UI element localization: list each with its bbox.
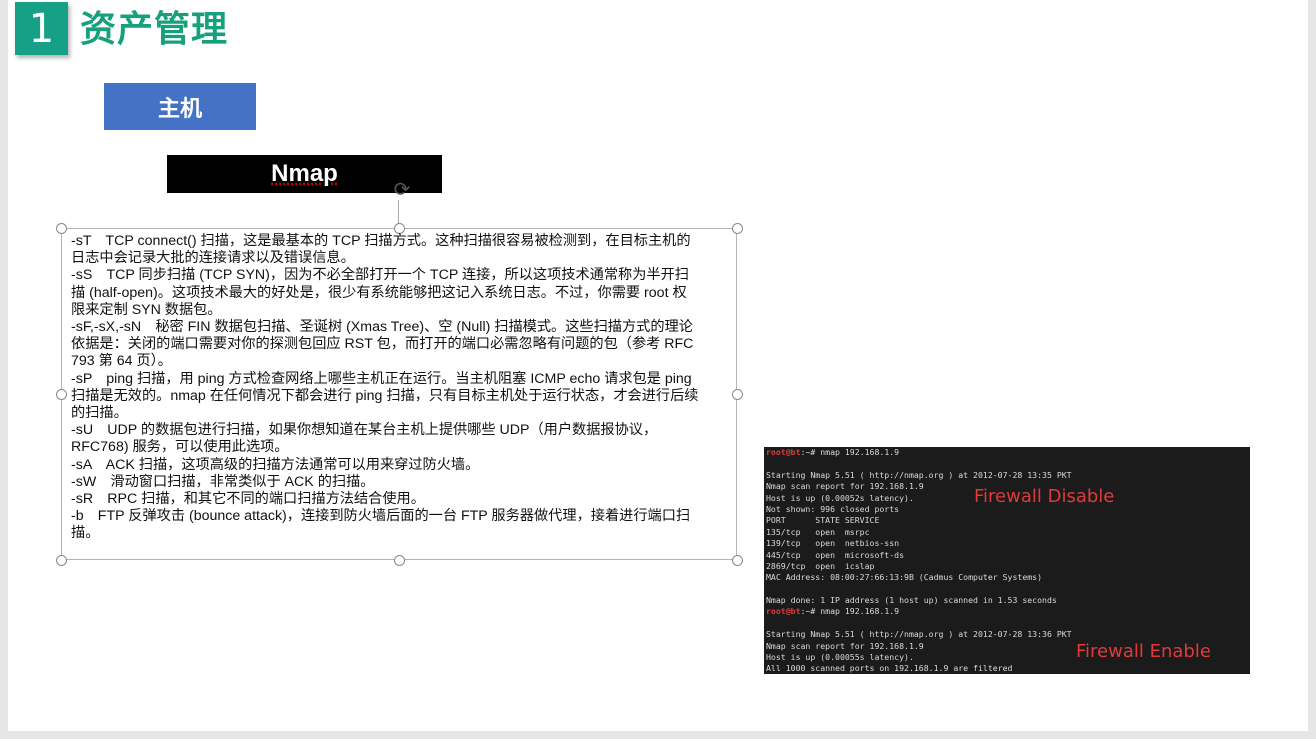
terminal-line: root@bt:~# nmap 192.168.1.9 [766, 606, 900, 617]
option-line: 限来定制 SYN 数据包。 [71, 301, 222, 318]
terminal-line: 139/tcp open netbios-ssn [766, 538, 900, 549]
option-line: -sF,-sX,-sN 秘密 FIN 数据包扫描、圣诞树 (Xmas Tree)… [71, 319, 693, 336]
resize-handle-w[interactable] [56, 389, 67, 400]
option-line: RFC768) 服务，可以使用此选项。 [71, 439, 289, 456]
option-line: -sU UDP 的数据包进行扫描，如果你想知道在某台主机上提供哪些 UDP（用户… [71, 422, 658, 439]
slide-canvas: 1 资产管理 主机 Nmap ⟳ -sT TCP connect() 扫描，这是… [8, 0, 1308, 731]
nmap-label-text: Nmap [271, 160, 338, 187]
host-label-box[interactable]: 主机 [104, 83, 256, 130]
option-line: -sT TCP connect() 扫描，这是最基本的 TCP 扫描方式。这种扫… [71, 233, 691, 249]
terminal-line: Nmap done: 1 IP address (1 host up) scan… [766, 595, 1057, 606]
option-line: 依据是：关闭的端口需要对你的探测包回应 RST 包，而打开的端口必需忽略有问题的… [71, 336, 694, 353]
option-line: -sR RPC 扫描，和其它不同的端口扫描方法结合使用。 [71, 491, 425, 508]
terminal-screenshot: root@bt:~# nmap 192.168.1.9 Starting Nma… [764, 447, 1250, 674]
terminal-line: 445/tcp open microsoft-ds [766, 549, 905, 560]
terminal-line: root@bt:~# nmap 192.168.1.9 [766, 447, 900, 457]
option-line: 793 第 64 页）。 [71, 353, 172, 370]
terminal-line: PORT STATE SERVICE [766, 515, 880, 526]
option-line: -b FTP 反弹攻击 (bounce attack)，连接到防火墙后面的一台 … [71, 508, 691, 525]
option-line: -sW 滑动窗口扫描，非常类似于 ACK 的扫描。 [71, 473, 375, 490]
terminal-line: Starting Nmap 5.51 ( http://nmap.org ) a… [766, 469, 1072, 480]
resize-handle-s[interactable] [394, 555, 405, 566]
section-number-badge: 1 [15, 2, 68, 55]
option-line: 描。 [71, 525, 100, 542]
resize-handle-se[interactable] [732, 555, 743, 566]
resize-handle-sw[interactable] [56, 555, 67, 566]
options-text-body[interactable]: -sT TCP connect() 扫描，这是最基本的 TCP 扫描方式。这种扫… [71, 233, 733, 543]
resize-handle-ne[interactable] [732, 223, 743, 234]
rotate-icon[interactable]: ⟳ [391, 178, 413, 200]
option-line: 扫描是无效的。nmap 在任何情况下都会进行 ping 扫描，只有目标主机处于运… [71, 387, 699, 404]
resize-handle-e[interactable] [732, 389, 743, 400]
option-line: -sP ping 扫描，用 ping 方式检查网络上哪些主机正在运行。当主机阻塞… [71, 370, 692, 387]
resize-handle-nw[interactable] [56, 223, 67, 234]
page-title: 资产管理 [80, 9, 229, 50]
option-line: -sA ACK 扫描，这项高级的扫描方法通常可以用来穿过防火墙。 [71, 456, 480, 473]
terminal-line: All 1000 scanned ports on 192.168.1.9 ar… [766, 663, 1013, 674]
option-line: 描 (half-open)。这项技术最大的好处是，很少有系统能够把这记入系统日志… [71, 284, 687, 301]
option-line: 的扫描。 [71, 405, 128, 422]
firewall-enable-label: Firewall Enable [1076, 641, 1211, 662]
terminal-line: 2869/tcp open icslap [766, 560, 875, 571]
option-line: -sS TCP 同步扫描 (TCP SYN)，因为不必全部打开一个 TCP 连接… [71, 267, 689, 284]
terminal-line: 135/tcp open msrpc [766, 526, 870, 537]
terminal-line: Starting Nmap 5.51 ( http://nmap.org ) a… [766, 629, 1072, 640]
terminal-line: MAC Address: 08:00:27:66:13:9B (Cadmus C… [766, 572, 1043, 583]
firewall-disable-label: Firewall Disable [974, 486, 1115, 507]
option-line: 日志中会记录大批的连接请求以及错误信息。 [71, 250, 355, 267]
